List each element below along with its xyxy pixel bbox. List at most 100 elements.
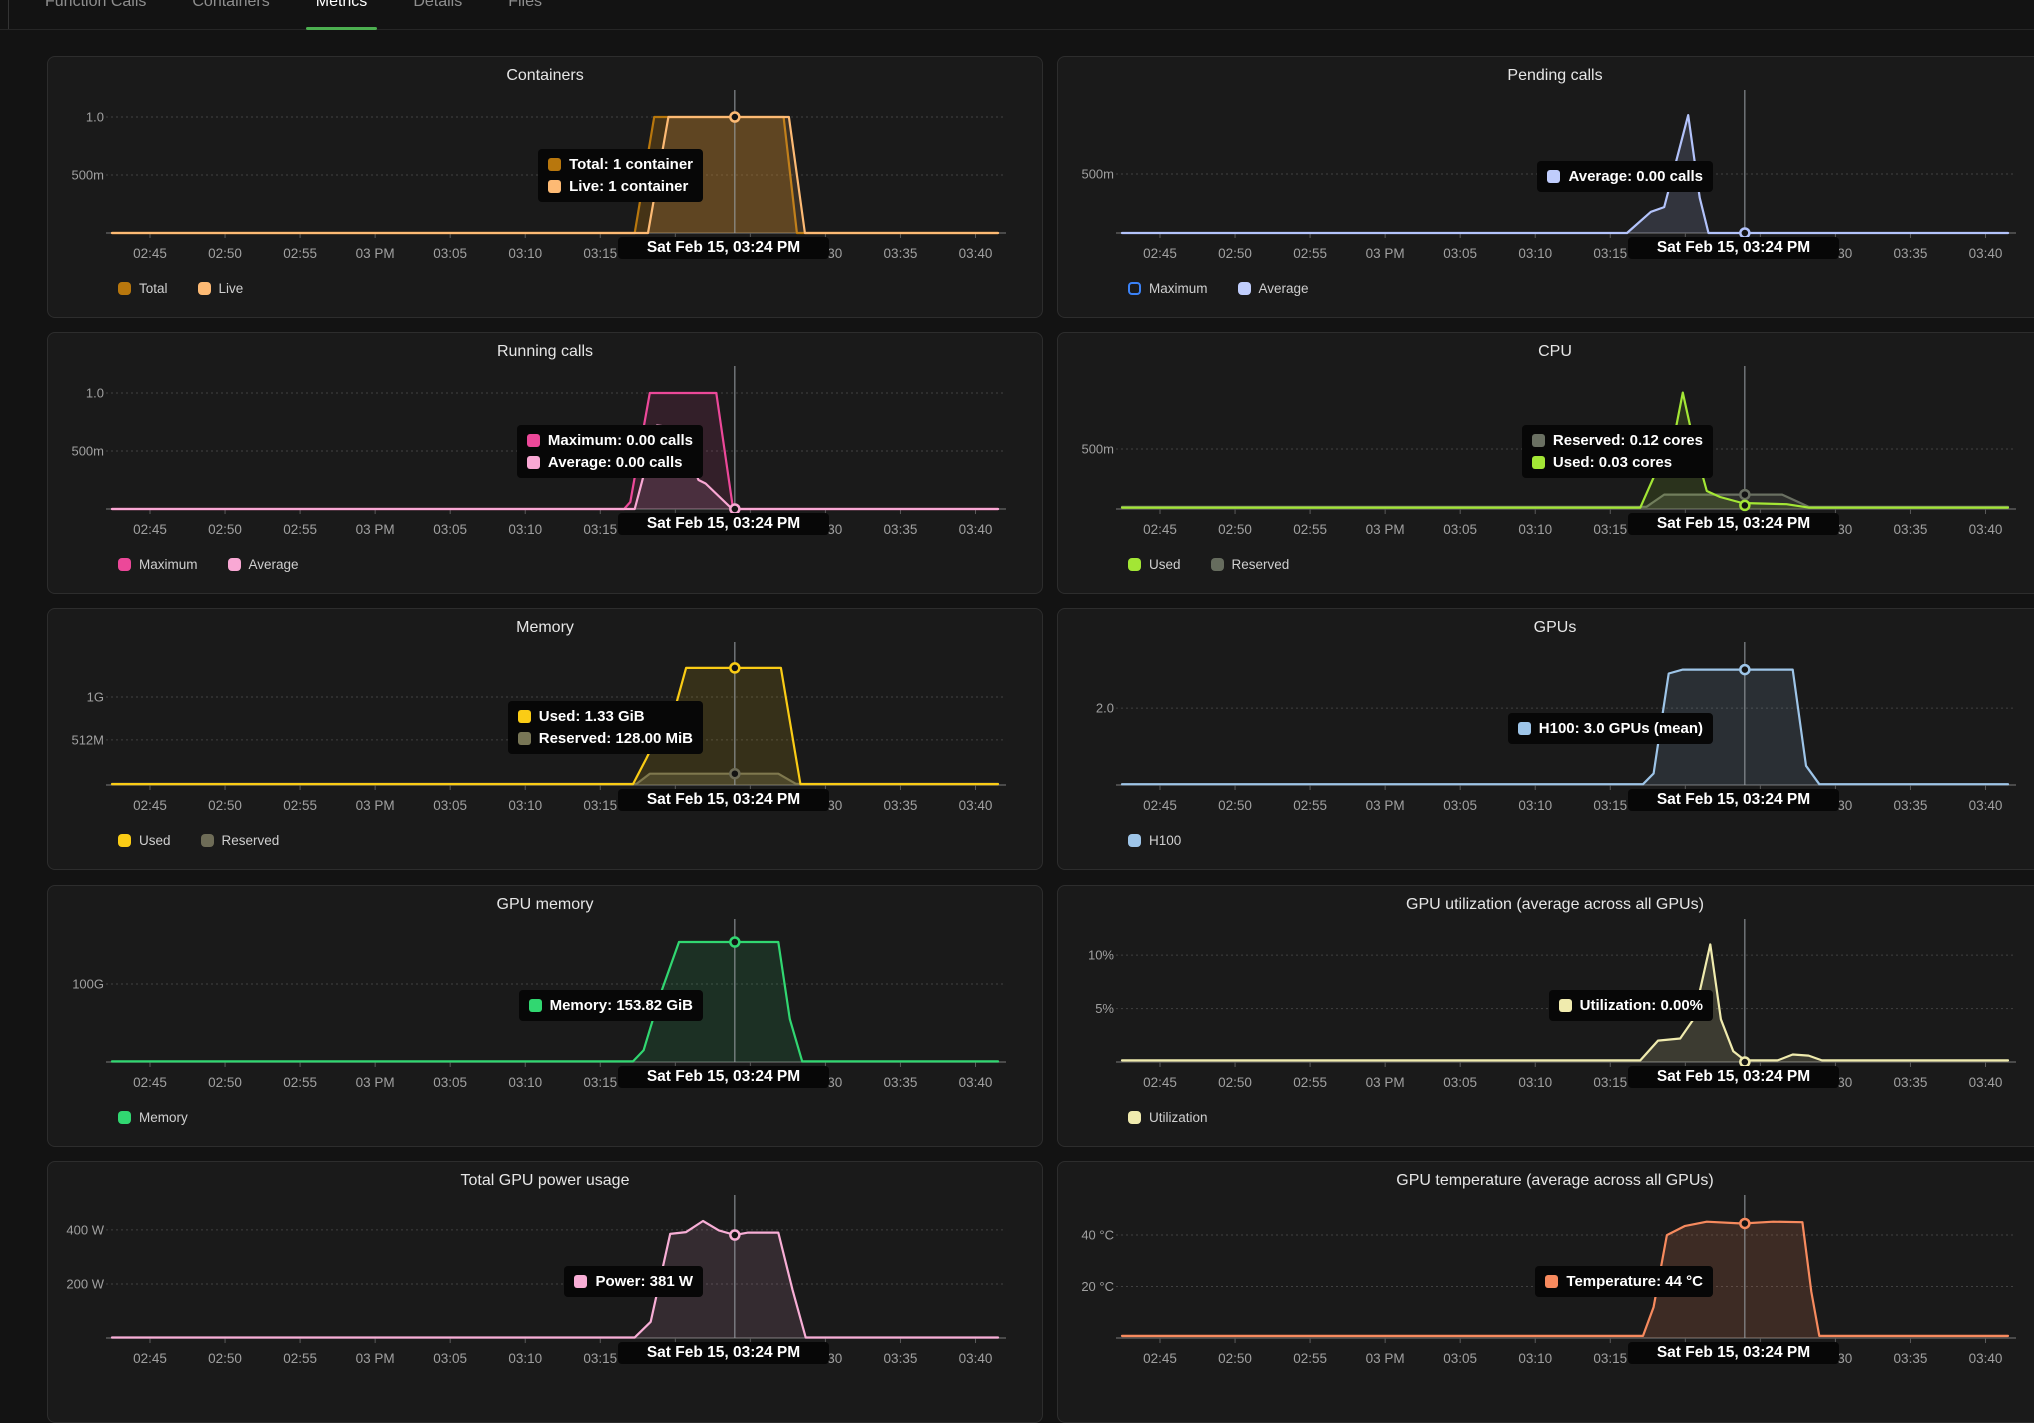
tooltip-series-swatch (548, 158, 561, 171)
chart-tooltip: H100: 3.0 GPUs (mean) (1508, 713, 1713, 744)
legend-label: Maximum (1149, 281, 1208, 296)
legend-item-used[interactable]: Used (1128, 557, 1181, 572)
legend-item-average[interactable]: Average (228, 557, 299, 572)
tooltip-row: H100: 3.0 GPUs (mean) (1518, 720, 1703, 737)
tooltip-row: Reserved: 128.00 MiB (518, 730, 693, 747)
legend-item-reserved[interactable]: Reserved (1211, 557, 1290, 572)
x-axis-tick-label: 02:45 (133, 1075, 167, 1090)
cursor-date-tooltip: Sat Feb 15, 03:24 PM (618, 1066, 829, 1088)
chart-legend: Maximum Average (1128, 281, 1309, 296)
x-axis-tick-label: 03:10 (508, 1075, 542, 1090)
legend-item-live[interactable]: Live (198, 281, 244, 296)
x-axis-tick-label: 02:45 (1143, 1351, 1177, 1366)
x-axis-tick-label: 03:40 (1969, 1075, 2003, 1090)
tooltip-series-swatch (1532, 434, 1545, 447)
x-axis-tick-label: 02:45 (133, 522, 167, 537)
x-axis-tick-label: 03:35 (884, 246, 918, 261)
legend-item-maximum[interactable]: Maximum (118, 557, 198, 572)
legend-item-maximum[interactable]: Maximum (1128, 281, 1208, 296)
x-axis-tick-label: 02:55 (1293, 798, 1327, 813)
x-axis-tick-label: 02:55 (1293, 1351, 1327, 1366)
x-axis-tick-label: 03:35 (1894, 246, 1928, 261)
legend-swatch (118, 558, 131, 571)
tooltip-text: Memory: 153.82 GiB (550, 997, 693, 1014)
x-axis-tick-label: 02:50 (1218, 522, 1252, 537)
x-axis-tick-label: 03:15 (1593, 798, 1627, 813)
y-axis-tick-label: 512M (71, 732, 104, 747)
x-axis-tick-label: 03:05 (1443, 246, 1477, 261)
x-axis-tick-label: 03:05 (433, 1075, 467, 1090)
chart-plot[interactable]: 400 W200 W02:4502:5002:5503 PM03:0503:10… (48, 1162, 1044, 1377)
chart-tooltip: Reserved: 0.12 coresUsed: 0.03 cores (1522, 425, 1713, 478)
legend-item-memory[interactable]: Memory (118, 1110, 188, 1125)
x-axis-tick-label: 02:50 (208, 522, 242, 537)
legend-item-reserved[interactable]: Reserved (201, 833, 280, 848)
y-axis-tick-label: 500m (71, 168, 104, 183)
tooltip-text: H100: 3.0 GPUs (mean) (1539, 720, 1703, 737)
cursor-date-tooltip: Sat Feb 15, 03:24 PM (1628, 789, 1839, 811)
x-axis-tick-label: 02:45 (133, 1351, 167, 1366)
tab-label: Containers (192, 0, 269, 10)
x-axis-tick-label: 03:10 (1518, 1075, 1552, 1090)
cursor-date-tooltip: Sat Feb 15, 03:24 PM (1628, 237, 1839, 259)
x-axis-tick-label: 03:05 (433, 522, 467, 537)
y-axis-tick-label: 500m (1081, 167, 1114, 182)
legend-item-h100[interactable]: H100 (1128, 833, 1181, 848)
cursor-marker (730, 663, 739, 672)
x-axis-tick-label: 02:55 (1293, 246, 1327, 261)
x-axis-tick-label: 03:40 (959, 1351, 993, 1366)
legend-item-used[interactable]: Used (118, 833, 171, 848)
x-axis-tick-label: 02:50 (208, 798, 242, 813)
legend-label: Average (249, 557, 299, 572)
legend-label: Total (139, 281, 168, 296)
x-axis-tick-label: 02:45 (133, 246, 167, 261)
tab-details[interactable]: Details (401, 0, 474, 13)
legend-item-average[interactable]: Average (1238, 281, 1309, 296)
x-axis-tick-label: 02:45 (1143, 522, 1177, 537)
x-axis-tick-label: 03:40 (1969, 798, 2003, 813)
cursor-date-tooltip: Sat Feb 15, 03:24 PM (1628, 513, 1839, 535)
tooltip-series-swatch (1547, 170, 1560, 183)
chart-plot[interactable]: 10%5%02:4502:5002:5503 PM03:0503:1003:15… (1058, 886, 2034, 1101)
x-axis-tick-label: 03:15 (1593, 1075, 1627, 1090)
x-axis-tick-label: 03:05 (1443, 1351, 1477, 1366)
legend-label: H100 (1149, 833, 1181, 848)
x-axis-tick-label: 02:50 (208, 1351, 242, 1366)
legend-swatch (118, 1111, 131, 1124)
x-axis-tick-label: 02:50 (208, 246, 242, 261)
chart-tooltip: Utilization: 0.00% (1549, 990, 1713, 1021)
tooltip-row: Reserved: 0.12 cores (1532, 432, 1703, 449)
tab-containers[interactable]: Containers (180, 0, 281, 13)
tooltip-series-swatch (574, 1275, 587, 1288)
x-axis-tick-label: 02:55 (283, 246, 317, 261)
x-axis-tick-label: 03:10 (1518, 522, 1552, 537)
tooltip-series-swatch (529, 999, 542, 1012)
series-line-reserved (1122, 495, 2008, 507)
x-axis-tick-label: 03:15 (583, 1351, 617, 1366)
chart-card-gpu-power: Total GPU power usage400 W200 W02:4502:5… (47, 1161, 1043, 1423)
legend-item-utilization[interactable]: Utilization (1128, 1110, 1208, 1125)
tab-function-calls[interactable]: Function Calls (33, 0, 158, 13)
x-axis-tick-label: 02:55 (1293, 522, 1327, 537)
tooltip-row: Average: 0.00 calls (527, 454, 693, 471)
tab-label: Details (413, 0, 462, 10)
tooltip-text: Total: 1 container (569, 156, 693, 173)
x-axis-tick-label: 03:40 (959, 1075, 993, 1090)
chart-card-containers: Containers1.0500m02:4502:5002:5503 PM03:… (47, 56, 1043, 318)
tooltip-text: Average: 0.00 calls (548, 454, 683, 471)
legend-label: Used (139, 833, 171, 848)
tab-files[interactable]: Files (496, 0, 554, 13)
chart-legend: Maximum Average (118, 557, 299, 572)
tooltip-series-swatch (1532, 456, 1545, 469)
x-axis-tick-label: 03:40 (1969, 1351, 2003, 1366)
legend-item-total[interactable]: Total (118, 281, 168, 296)
cursor-marker (730, 769, 739, 778)
x-axis-tick-label: 03:40 (959, 522, 993, 537)
cursor-marker (1740, 490, 1749, 499)
tab-metrics[interactable]: Metrics (304, 0, 380, 13)
cursor-marker (1740, 501, 1749, 510)
x-axis-tick-label: 03:05 (433, 246, 467, 261)
tab-label: Metrics (316, 0, 368, 10)
chart-tooltip: Used: 1.33 GiBReserved: 128.00 MiB (508, 701, 703, 754)
x-axis-tick-label: 02:45 (1143, 798, 1177, 813)
